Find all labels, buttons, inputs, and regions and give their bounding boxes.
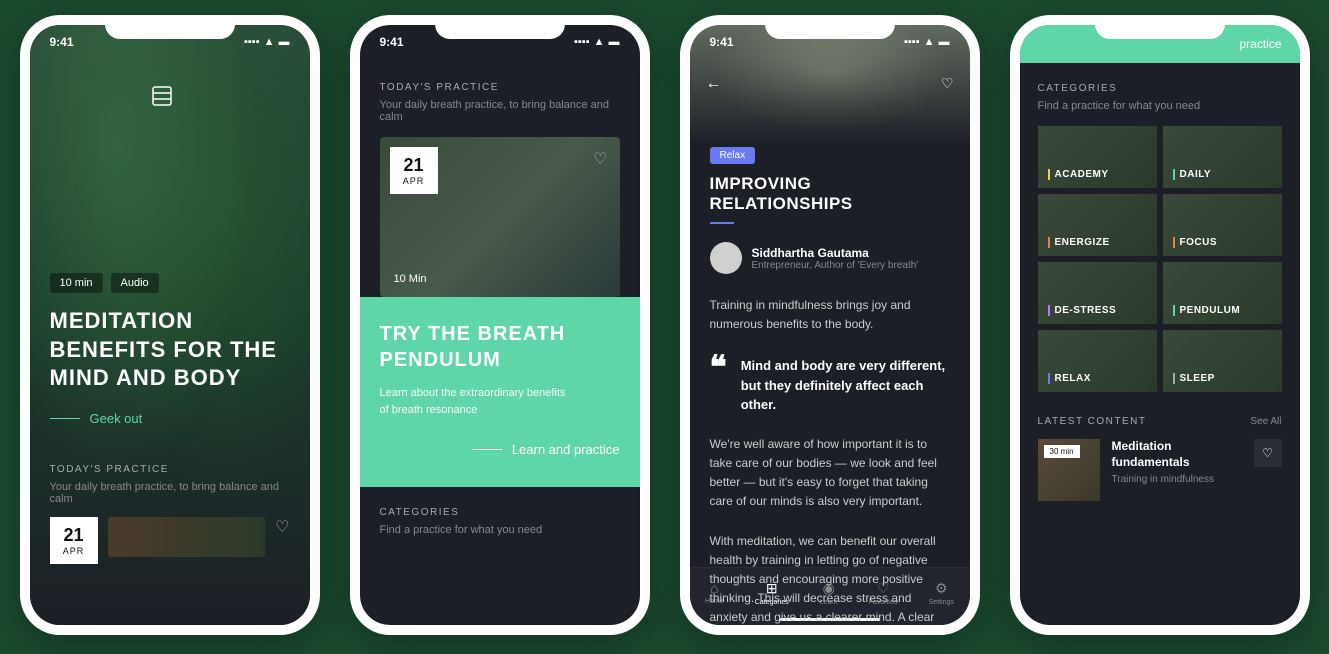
- back-arrow-icon[interactable]: ←: [706, 75, 722, 93]
- phone-mockup-1: 9:41 ▪▪▪▪▲▬ 10 min Audio MEDITATION BENE…: [20, 15, 320, 635]
- category-tile-academy[interactable]: ACADEMY: [1038, 126, 1157, 188]
- heart-icon: ♡: [1262, 446, 1273, 460]
- phone-mockup-2: 9:41 ▪▪▪▪▲▬ TODAY'S PRACTICE Your daily …: [350, 15, 650, 635]
- today-practice-label: TODAY'S PRACTICE: [380, 82, 620, 93]
- category-tile-focus[interactable]: FOCUS: [1163, 194, 1282, 256]
- latest-item[interactable]: 30 min Meditation fundamentals Training …: [1038, 439, 1282, 501]
- learn-practice-link[interactable]: Learn and practice: [380, 442, 620, 457]
- author-row[interactable]: Siddhartha Gautama Entrepreneur, Author …: [710, 242, 950, 274]
- header-practice-link[interactable]: practice: [1239, 37, 1281, 51]
- latest-title: Meditation fundamentals: [1112, 439, 1242, 470]
- article-intro: Training in mindfulness brings joy and n…: [710, 296, 950, 334]
- latest-thumbnail: 30 min: [1038, 439, 1100, 501]
- article-body-2: With meditation, we can benefit our over…: [710, 532, 950, 625]
- latest-content-label: LATEST CONTENT: [1038, 416, 1147, 427]
- categories-label: CATEGORIES: [1038, 83, 1282, 94]
- practice-card-image[interactable]: [108, 517, 266, 557]
- accent-bar: [1048, 237, 1050, 248]
- accent-bar: [1173, 169, 1175, 180]
- today-practice-label: TODAY'S PRACTICE: [50, 464, 290, 475]
- author-avatar: [710, 242, 742, 274]
- hero-title: MEDITATION BENEFITS FOR THE MIND AND BOD…: [50, 307, 290, 393]
- category-tile-de-stress[interactable]: DE-STRESS: [1038, 262, 1157, 324]
- author-subtitle: Entrepreneur, Author of 'Every breath': [752, 260, 919, 271]
- duration-pill: 10 min: [50, 273, 103, 293]
- status-time: 9:41: [380, 35, 404, 49]
- today-practice-sub: Your daily breath practice, to bring bal…: [50, 481, 290, 505]
- accent-bar: [1048, 169, 1050, 180]
- date-badge: 21 APR: [390, 147, 438, 194]
- article-hero-image: 9:41 ▪▪▪▪▲▬ ← ♡: [690, 25, 970, 145]
- card-duration: 10 Min: [394, 273, 427, 285]
- phone-mockup-3: 9:41 ▪▪▪▪▲▬ ← ♡ Relax IMPROVING RELATION…: [680, 15, 980, 635]
- status-time: 9:41: [710, 35, 734, 49]
- accent-bar: [1173, 305, 1175, 316]
- categories-sub: Find a practice for what you need: [1038, 100, 1282, 112]
- status-icons: ▪▪▪▪▲▬: [244, 35, 290, 49]
- see-all-link[interactable]: See All: [1250, 416, 1281, 427]
- accent-bar: [1048, 305, 1050, 316]
- featured-panel: TRY THE BREATH PENDULUM Learn about the …: [360, 297, 640, 487]
- today-practice-sub: Your daily breath practice, to bring bal…: [380, 99, 620, 123]
- date-badge: 21 APR: [50, 517, 98, 564]
- category-tile-energize[interactable]: ENERGIZE: [1038, 194, 1157, 256]
- favorite-button[interactable]: ♡: [1254, 439, 1282, 467]
- latest-subtitle: Training in mindfulness: [1112, 474, 1242, 485]
- category-grid: ACADEMYDAILYENERGIZEFOCUSDE-STRESSPENDUL…: [1038, 126, 1282, 392]
- article-quote: Mind and body are very different, but th…: [741, 356, 950, 415]
- status-icons: ▪▪▪▪▲▬: [574, 35, 620, 49]
- heart-icon[interactable]: ♡: [275, 517, 289, 537]
- phone-mockup-4: practice CATEGORIES Find a practice for …: [1010, 15, 1310, 635]
- accent-bar: [1173, 373, 1175, 384]
- app-logo-icon: [150, 84, 174, 108]
- status-icons: ▪▪▪▪▲▬: [904, 35, 950, 49]
- categories-label: CATEGORIES: [380, 507, 620, 518]
- practice-card[interactable]: 21 APR ♡ 10 Min: [380, 137, 620, 297]
- article-title: IMPROVING RELATIONSHIPS: [710, 174, 950, 214]
- status-time: 9:41: [50, 35, 74, 49]
- accent-bar: [1173, 237, 1175, 248]
- category-tile-sleep[interactable]: SLEEP: [1163, 330, 1282, 392]
- author-name: Siddhartha Gautama: [752, 246, 919, 260]
- heart-icon[interactable]: ♡: [941, 75, 954, 92]
- heart-icon[interactable]: ♡: [593, 149, 607, 169]
- category-tag[interactable]: Relax: [710, 147, 756, 164]
- categories-sub: Find a practice for what you need: [380, 524, 620, 536]
- featured-title: TRY THE BREATH PENDULUM: [380, 321, 620, 373]
- accent-line: [710, 222, 734, 224]
- article-body-1: We're well aware of how important it is …: [710, 435, 950, 512]
- geek-out-link[interactable]: Geek out: [50, 411, 290, 426]
- accent-bar: [1048, 373, 1050, 384]
- type-pill: Audio: [111, 273, 159, 293]
- category-tile-relax[interactable]: RELAX: [1038, 330, 1157, 392]
- category-tile-pendulum[interactable]: PENDULUM: [1163, 262, 1282, 324]
- quote-mark-icon: ❝: [710, 356, 727, 415]
- duration-badge: 30 min: [1044, 445, 1080, 458]
- category-tile-daily[interactable]: DAILY: [1163, 126, 1282, 188]
